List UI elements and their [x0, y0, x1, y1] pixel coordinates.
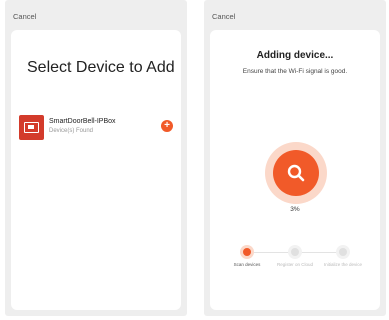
scan-progress-core [273, 150, 319, 196]
scan-progress-ring [265, 142, 327, 204]
adding-device-screen: Cancel Adding device... Ensure that the … [204, 0, 386, 316]
page-title: Adding device... [256, 50, 334, 61]
device-status: Device(s) Found [49, 128, 94, 134]
progress-percent: 3% [290, 206, 300, 213]
step-scan-devices: Scan devices [225, 245, 269, 268]
cancel-button[interactable]: Cancel [13, 12, 36, 21]
step-label: Initialize the device [323, 262, 363, 267]
adding-device-card: Adding device... Ensure that the Wi-Fi s… [210, 30, 380, 310]
step-label: Scan devices [233, 262, 261, 267]
step-label: Register on Cloud [276, 262, 314, 267]
device-list-item[interactable]: SmartDoorBell-IPBox Device(s) Found + [19, 115, 175, 141]
step-indicator [339, 248, 347, 256]
device-name: SmartDoorBell-IPBox [49, 118, 116, 125]
device-list-card: Select Device to Add SmartDoorBell-IPBox… [11, 30, 181, 310]
doorbell-device-icon [19, 115, 44, 140]
step-indicator [291, 248, 299, 256]
add-device-button[interactable]: + [161, 120, 173, 132]
step-register-cloud: Register on Cloud [273, 245, 317, 268]
page-title: Select Device to Add [27, 59, 175, 76]
plus-icon: + [164, 120, 170, 131]
cancel-button[interactable]: Cancel [212, 12, 235, 21]
wifi-hint: Ensure that the Wi-Fi signal is good. [242, 68, 348, 75]
search-icon [287, 164, 305, 182]
select-device-screen: Cancel Select Device to Add SmartDoorBel… [5, 0, 187, 316]
step-initialize-device: Initialize the device [321, 245, 365, 268]
step-indicator [243, 248, 251, 256]
progress-steps: Scan devices Register on Cloud Initializ… [225, 245, 365, 285]
